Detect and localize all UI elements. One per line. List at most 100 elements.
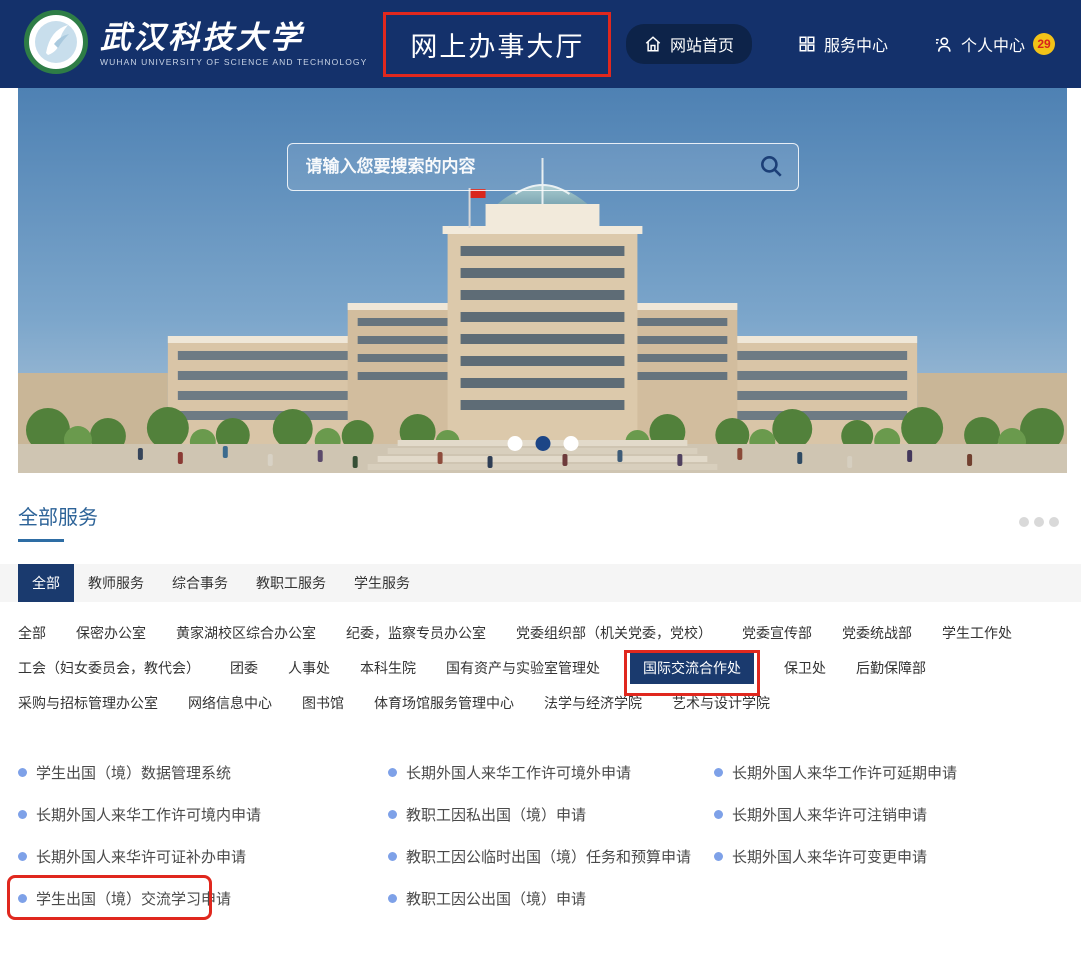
bullet-icon xyxy=(388,894,397,903)
category-item[interactable]: 团委 xyxy=(230,651,258,686)
university-name-en: WUHAN UNIVERSITY OF SCIENCE AND TECHNOLO… xyxy=(100,57,367,67)
service-item-label: 长期外国人来华工作许可境外申请 xyxy=(406,762,631,783)
category-item[interactable]: 艺术与设计学院 xyxy=(672,686,770,721)
service-item[interactable]: 教职工因公临时出国（境）任务和预算申请 xyxy=(388,835,714,877)
search-icon xyxy=(758,153,784,182)
service-item-student-exchange-application[interactable]: 学生出国（境）交流学习申请 xyxy=(18,877,388,919)
tab-teacher-services[interactable]: 教师服务 xyxy=(74,564,158,602)
section-title-underline xyxy=(18,539,64,542)
category-item[interactable]: 本科生院 xyxy=(360,651,416,686)
tab-staff-services[interactable]: 教职工服务 xyxy=(242,564,340,602)
search-input[interactable] xyxy=(306,157,758,177)
tab-student-services[interactable]: 学生服务 xyxy=(340,564,424,602)
nav-item-personal-center[interactable]: 个人中心 29 xyxy=(934,32,1055,56)
bullet-icon xyxy=(388,810,397,819)
service-item[interactable]: 长期外国人来华许可变更申请 xyxy=(714,835,1063,877)
department-filter-list: 全部 保密办公室 黄家湖校区综合办公室 纪委，监察专员办公室 党委组织部（机关党… xyxy=(18,616,1028,721)
category-item[interactable]: 采购与招标管理办公室 xyxy=(18,686,158,721)
category-item[interactable]: 党委宣传部 xyxy=(742,616,812,651)
nav-label: 网站首页 xyxy=(670,32,734,56)
header: 武汉科技大学 WUHAN UNIVERSITY OF SCIENCE AND T… xyxy=(0,0,1081,88)
search-button[interactable] xyxy=(758,153,784,182)
portal-title: 网上办事大厅 xyxy=(410,25,584,64)
service-item-label: 教职工因公出国（境）申请 xyxy=(406,888,586,909)
category-item[interactable]: 网络信息中心 xyxy=(188,686,272,721)
bullet-icon xyxy=(714,768,723,777)
service-item-label: 教职工因私出国（境）申请 xyxy=(406,804,586,825)
search-bar xyxy=(287,143,799,191)
category-item[interactable]: 后勤保障部 xyxy=(856,651,926,686)
service-item-label: 长期外国人来华许可证补办申请 xyxy=(36,846,246,867)
user-icon xyxy=(934,35,953,54)
bullet-icon xyxy=(18,768,27,777)
service-item-label: 教职工因公临时出国（境）任务和预算申请 xyxy=(406,846,691,867)
category-item[interactable]: 国有资产与实验室管理处 xyxy=(446,651,600,686)
tab-general-affairs[interactable]: 综合事务 xyxy=(158,564,242,602)
service-item-label: 学生出国（境）交流学习申请 xyxy=(36,888,231,909)
service-item[interactable]: 学生出国（境）数据管理系统 xyxy=(18,751,388,793)
category-item[interactable]: 纪委，监察专员办公室 xyxy=(346,616,486,651)
category-item[interactable]: 党委组织部（机关党委，党校） xyxy=(516,616,712,651)
service-tabs: 全部 教师服务 综合事务 教职工服务 学生服务 xyxy=(0,564,1081,602)
nav-label: 个人中心 xyxy=(961,32,1025,56)
section-title-wrap: 全部服务 xyxy=(18,501,98,542)
bullet-icon xyxy=(714,810,723,819)
university-logo xyxy=(24,10,88,79)
category-international-exchange[interactable]: 国际交流合作处 xyxy=(630,653,754,684)
service-item[interactable]: 长期外国人来华工作许可境内申请 xyxy=(18,793,388,835)
nav-item-service-center[interactable]: 服务中心 xyxy=(798,32,888,56)
category-item[interactable]: 党委统战部 xyxy=(842,616,912,651)
category-item[interactable]: 体育场馆服务管理中心 xyxy=(374,686,514,721)
service-items-grid: 学生出国（境）数据管理系统 长期外国人来华工作许可境外申请 长期外国人来华工作许… xyxy=(18,751,1063,919)
service-item[interactable]: 长期外国人来华许可注销申请 xyxy=(714,793,1063,835)
university-name-zh: 武汉科技大学 xyxy=(100,21,367,55)
notification-badge: 29 xyxy=(1033,33,1055,55)
header-nav: 网站首页 服务中心 个人中心 29 xyxy=(626,24,1055,64)
service-item-label: 长期外国人来华许可变更申请 xyxy=(732,846,927,867)
service-item-label: 长期外国人来华工作许可境内申请 xyxy=(36,804,261,825)
category-item[interactable]: 学生工作处 xyxy=(942,616,1012,651)
bullet-icon xyxy=(388,852,397,861)
carousel-dot-2[interactable] xyxy=(535,436,550,451)
grid-spacer xyxy=(714,877,1063,919)
university-logo-icon xyxy=(24,10,88,74)
category-item[interactable]: 保卫处 xyxy=(784,651,826,686)
bullet-icon xyxy=(18,894,27,903)
category-item[interactable]: 保密办公室 xyxy=(76,616,146,651)
university-brand: 武汉科技大学 WUHAN UNIVERSITY OF SCIENCE AND T… xyxy=(100,21,367,67)
section-head: 全部服务 xyxy=(18,501,1063,542)
hero-banner xyxy=(18,88,1067,473)
section-title: 全部服务 xyxy=(18,501,98,530)
service-item[interactable]: 长期外国人来华工作许可境外申请 xyxy=(388,751,714,793)
annotation-box-portal-title: 网上办事大厅 xyxy=(383,12,611,77)
category-all[interactable]: 全部 xyxy=(18,616,46,651)
service-item[interactable]: 教职工因公出国（境）申请 xyxy=(388,877,714,919)
bullet-icon xyxy=(714,852,723,861)
nav-item-site-home[interactable]: 网站首页 xyxy=(626,24,752,64)
bullet-icon xyxy=(18,852,27,861)
service-item[interactable]: 教职工因私出国（境）申请 xyxy=(388,793,714,835)
nav-label: 服务中心 xyxy=(824,32,888,56)
category-item[interactable]: 人事处 xyxy=(288,651,330,686)
service-item-label: 长期外国人来华工作许可延期申请 xyxy=(732,762,957,783)
tab-all[interactable]: 全部 xyxy=(18,564,74,602)
home-icon xyxy=(644,35,662,53)
bullet-icon xyxy=(388,768,397,777)
ellipsis-icon[interactable] xyxy=(1015,513,1063,531)
carousel-dots xyxy=(507,436,578,451)
service-item-label: 学生出国（境）数据管理系统 xyxy=(36,762,231,783)
bullet-icon xyxy=(18,810,27,819)
service-item-label: 长期外国人来华许可注销申请 xyxy=(732,804,927,825)
grid-icon xyxy=(798,35,816,53)
page: 武汉科技大学 WUHAN UNIVERSITY OF SCIENCE AND T… xyxy=(0,0,1081,953)
service-item[interactable]: 长期外国人来华工作许可延期申请 xyxy=(714,751,1063,793)
category-item[interactable]: 黄家湖校区综合办公室 xyxy=(176,616,316,651)
category-item[interactable]: 工会（妇女委员会，教代会） xyxy=(18,651,200,686)
category-item[interactable]: 图书馆 xyxy=(302,686,344,721)
category-label: 国际交流合作处 xyxy=(643,660,741,676)
services-section: 全部服务 全部 教师服务 综合事务 教职工服务 学生服务 全部 保密办公室 黄家… xyxy=(0,473,1081,953)
category-item[interactable]: 法学与经济学院 xyxy=(544,686,642,721)
carousel-dot-1[interactable] xyxy=(507,436,522,451)
carousel-dot-3[interactable] xyxy=(563,436,578,451)
service-item[interactable]: 长期外国人来华许可证补办申请 xyxy=(18,835,388,877)
